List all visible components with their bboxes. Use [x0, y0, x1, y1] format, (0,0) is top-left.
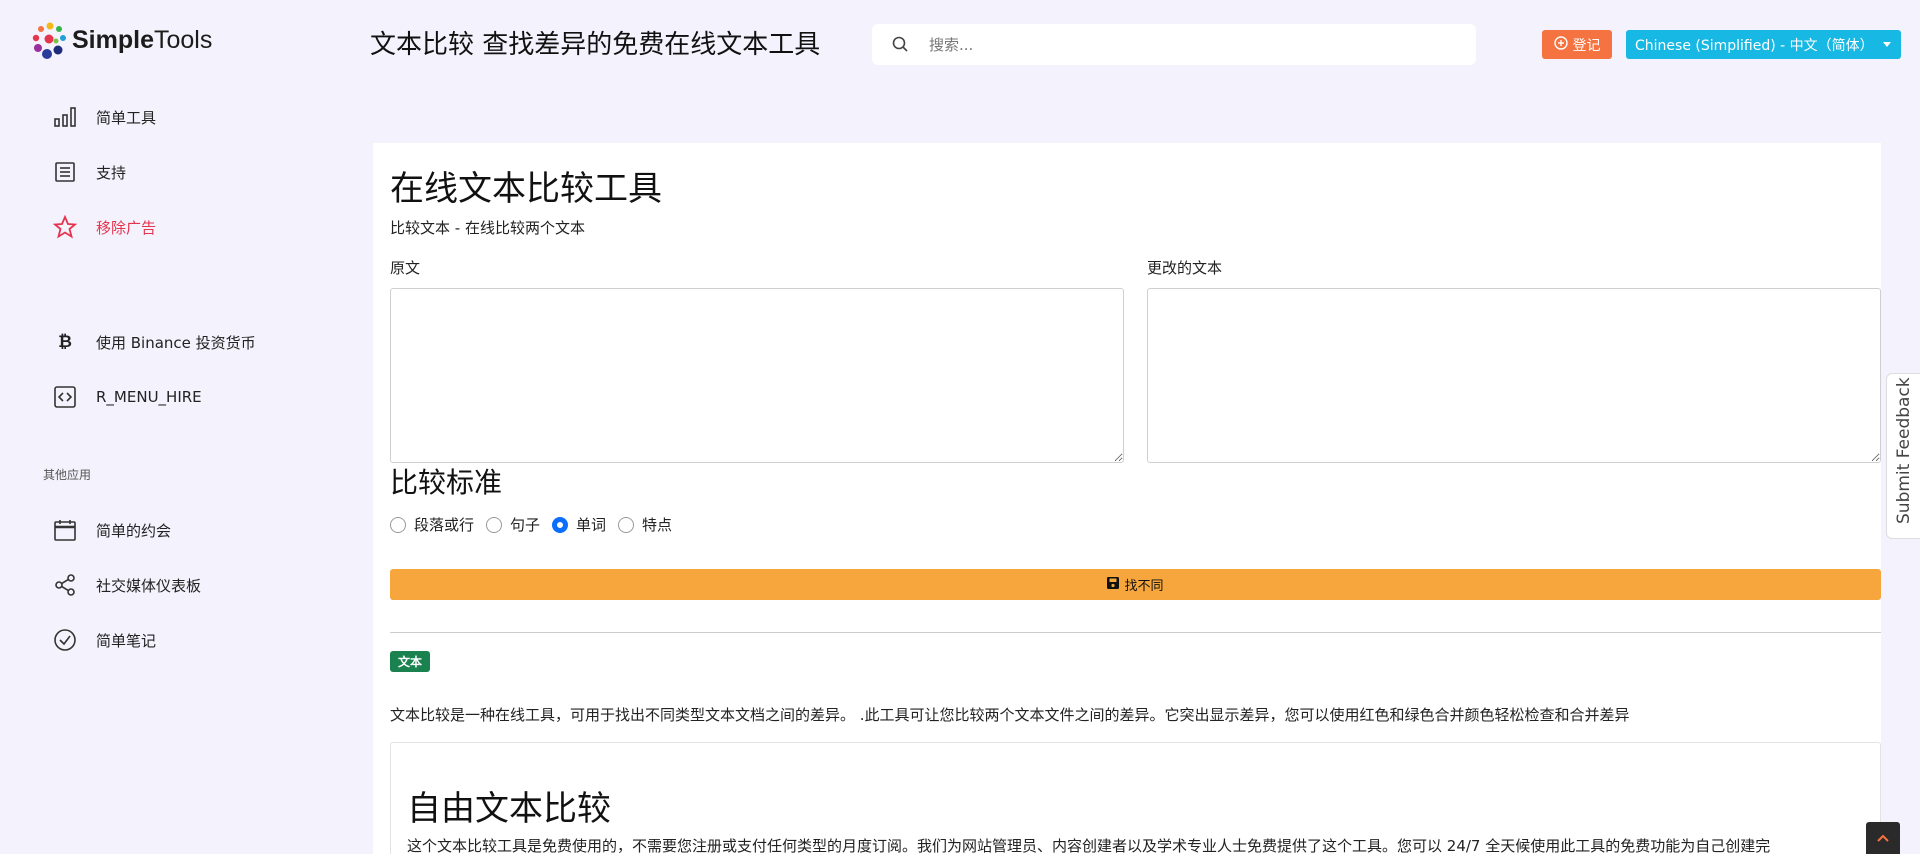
logo[interactable]: SimpleTools: [30, 20, 212, 60]
radio-circle-selected[interactable]: [552, 516, 569, 533]
changed-text-input[interactable]: [1147, 288, 1881, 463]
language-label: Chinese (Simplified) - 中文（简体）: [1635, 37, 1874, 54]
sidebar-item-remove-ads[interactable]: 移除广告: [53, 215, 156, 239]
search-input[interactable]: [929, 35, 1449, 54]
card-text: 这个文本比较工具是免费使用的，不需要您注册或支付任何类型的月度订阅。我们为网站管…: [407, 837, 1771, 854]
logo-text-bold: Simple: [72, 25, 154, 54]
calendar-icon: [53, 518, 77, 542]
sidebar-item-label: 简单笔记: [96, 631, 157, 650]
radio-character[interactable]: 特点: [618, 514, 672, 535]
check-circle-icon: [53, 628, 77, 652]
radio-sentence[interactable]: 句子: [486, 514, 540, 535]
scroll-to-top-button[interactable]: [1866, 822, 1900, 854]
radio-label: 特点: [642, 516, 673, 534]
sidebar-item-label: 简单的约会: [96, 521, 172, 540]
sidebar-item-label: 支持: [96, 163, 127, 182]
bitcoin-icon: ₿: [58, 332, 72, 352]
sidebar-section-title: 其他应用: [43, 468, 92, 482]
radio-label: 句子: [510, 516, 541, 534]
radio-paragraph[interactable]: 段落或行: [390, 514, 474, 535]
radio-circle[interactable]: [486, 516, 503, 533]
star-icon: [53, 215, 77, 239]
sidebar-item-social-dashboard[interactable]: 社交媒体仪表板: [53, 573, 201, 597]
feedback-label: Submit Feedback: [1894, 377, 1914, 524]
main-subtitle: 比较文本 - 在线比较两个文本: [390, 219, 585, 237]
radio-circle[interactable]: [618, 516, 635, 533]
login-button[interactable]: 登记: [1542, 30, 1612, 59]
chevron-up-icon: [1877, 830, 1889, 846]
logo-text-light: Tools: [153, 25, 213, 54]
original-text-input[interactable]: [390, 288, 1124, 463]
sidebar-item-label: 移除广告: [96, 218, 157, 237]
info-card: 自由文本比较 这个文本比较工具是免费使用的，不需要您注册或支付任何类型的月度订阅…: [390, 742, 1881, 854]
language-dropdown[interactable]: Chinese (Simplified) - 中文（简体）: [1626, 30, 1901, 59]
main-panel: 在线文本比较工具 比较文本 - 在线比较两个文本 原文 更改的文本 比较标准 段…: [373, 143, 1881, 854]
share-icon: [53, 573, 77, 597]
sidebar-item-support[interactable]: 支持: [53, 160, 126, 184]
search-icon: [891, 35, 911, 55]
radio-word[interactable]: 单词: [552, 514, 606, 535]
page-title: 文本比较 查找差异的免费在线文本工具: [370, 30, 821, 60]
sidebar-item-hire[interactable]: R_MENU_HIRE: [53, 385, 202, 409]
main-title: 在线文本比较工具: [390, 169, 662, 209]
radio-circle[interactable]: [390, 516, 406, 533]
sidebar: SimpleTools 简单工具 支持 移除广告 ₿ 使用 Binance 投资…: [0, 0, 370, 854]
find-difference-label: 找不同: [1124, 579, 1164, 594]
find-difference-button[interactable]: 找不同: [390, 569, 1881, 600]
original-text-label: 原文: [390, 259, 421, 277]
save-icon: [1107, 576, 1120, 593]
sidebar-item-simple-notes[interactable]: 简单笔记: [53, 628, 156, 652]
criteria-title: 比较标准: [390, 466, 503, 499]
logo-icon: [32, 22, 66, 59]
sidebar-item-appointments[interactable]: 简单的约会: [53, 518, 171, 542]
sidebar-item-simple-tools[interactable]: 简单工具: [53, 105, 156, 129]
sidebar-item-label: 简单工具: [96, 108, 157, 127]
search-bar[interactable]: [872, 24, 1476, 65]
document-icon: [53, 160, 77, 184]
radio-label: 单词: [576, 516, 607, 534]
plus-circle-icon: [1553, 35, 1568, 54]
card-title: 自由文本比较: [407, 789, 611, 829]
changed-text-label: 更改的文本: [1147, 259, 1223, 277]
sidebar-item-binance[interactable]: ₿ 使用 Binance 投资货币: [53, 330, 256, 354]
code-icon: [53, 385, 77, 409]
sidebar-item-label: 社交媒体仪表板: [96, 576, 202, 595]
bar-chart-icon: [53, 105, 77, 129]
sidebar-item-label: 使用 Binance 投资货币: [96, 333, 256, 352]
submit-feedback-tab[interactable]: Submit Feedback: [1886, 373, 1920, 539]
login-label: 登记: [1572, 37, 1601, 54]
description-text: 文本比较是一种在线工具，可用于找出不同类型文本文档之间的差异。 .此工具可让您比…: [390, 706, 1630, 724]
criteria-radio-group: 段落或行 句子 单词 特点: [390, 514, 684, 535]
divider: [390, 632, 1881, 633]
radio-label: 段落或行: [414, 516, 475, 534]
sidebar-item-label: R_MENU_HIRE: [96, 388, 202, 406]
text-badge: 文本: [390, 651, 430, 672]
caret-down-icon: [1883, 42, 1891, 47]
